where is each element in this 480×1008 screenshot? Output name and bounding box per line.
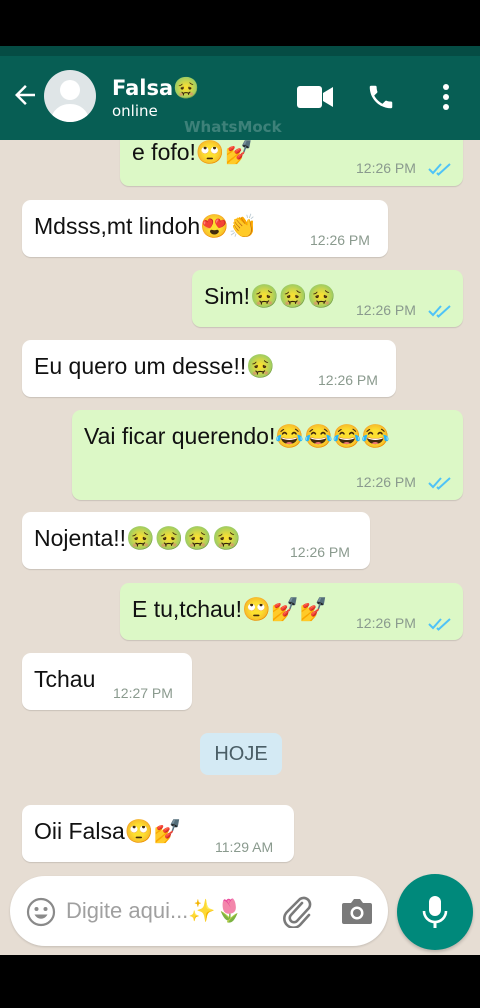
message-bubble-outgoing[interactable]: E tu,tchau!🙄💅💅 12:26 PM <box>120 583 463 640</box>
message-input[interactable]: Digite aqui...✨🌷 <box>66 898 243 924</box>
more-vert-icon[interactable] <box>436 82 456 112</box>
avatar-placeholder-icon <box>50 80 90 122</box>
message-time: 12:26 PM <box>356 302 416 318</box>
message-time: 12:27 PM <box>113 685 173 701</box>
navigation-bar <box>0 955 480 1008</box>
message-time: 12:26 PM <box>318 372 378 388</box>
message-text: Oii Falsa🙄💅 <box>34 818 183 844</box>
attach-icon[interactable] <box>280 894 314 928</box>
back-arrow-icon[interactable] <box>10 80 40 110</box>
message-text: Nojenta!!🤢🤢🤢🤢 <box>34 525 241 551</box>
message-bubble-incoming[interactable]: Tchau 12:27 PM <box>22 653 192 710</box>
message-text: E tu,tchau!🙄💅💅 <box>132 596 328 622</box>
header-stripe <box>0 46 480 56</box>
read-ticks-icon <box>428 305 451 318</box>
watermark: WhatsMock <box>184 118 282 136</box>
read-ticks-icon <box>428 477 451 490</box>
emoji-icon[interactable] <box>26 897 56 927</box>
message-bubble-incoming[interactable]: Mdsss,mt lindoh😍👏 12:26 PM <box>22 200 388 257</box>
mic-icon <box>422 896 448 928</box>
phone-icon[interactable] <box>366 82 396 112</box>
message-time: 11:29 AM <box>215 839 274 855</box>
message-bubble-incoming[interactable]: Oii Falsa🙄💅 11:29 AM <box>22 805 294 862</box>
message-text: Vai ficar querendo!😂😂😂😂 <box>84 423 390 449</box>
mic-button[interactable] <box>397 874 473 950</box>
camera-icon[interactable] <box>340 896 374 926</box>
message-text: Eu quero um desse!!🤢 <box>34 353 275 379</box>
message-text: Sim!🤢🤢🤢 <box>204 283 336 309</box>
message-bubble-incoming[interactable]: Nojenta!!🤢🤢🤢🤢 12:26 PM <box>22 512 370 569</box>
message-bubble-outgoing[interactable]: Sim!🤢🤢🤢 12:26 PM <box>192 270 463 327</box>
chat-header: Falsa🤢 online WhatsMock <box>0 46 480 140</box>
message-bubble-outgoing[interactable]: e fofo!🙄💅 12:26 PM <box>120 140 463 186</box>
message-time: 12:26 PM <box>290 544 350 560</box>
message-time: 12:26 PM <box>356 160 416 176</box>
message-time: 12:26 PM <box>356 615 416 631</box>
message-text: Mdsss,mt lindoh😍👏 <box>34 213 258 239</box>
read-ticks-icon <box>428 163 451 176</box>
chat-area[interactable]: e fofo!🙄💅 12:26 PM Mdsss,mt lindoh😍👏 12:… <box>0 140 480 955</box>
message-bubble-incoming[interactable]: Eu quero um desse!!🤢 12:26 PM <box>22 340 396 397</box>
message-composer[interactable]: Digite aqui...✨🌷 <box>10 876 388 946</box>
message-text: Tchau <box>34 666 96 692</box>
date-divider: HOJE <box>200 733 282 775</box>
status-bar <box>0 0 480 46</box>
contact-status: online <box>112 102 158 120</box>
message-time: 12:26 PM <box>356 474 416 490</box>
message-text: e fofo!🙄💅 <box>132 140 254 165</box>
date-divider-label: HOJE <box>214 743 268 765</box>
message-time: 12:26 PM <box>310 232 370 248</box>
contact-name[interactable]: Falsa🤢 <box>112 76 199 101</box>
video-call-icon[interactable] <box>296 84 334 110</box>
message-bubble-outgoing[interactable]: Vai ficar querendo!😂😂😂😂 12:26 PM <box>72 410 463 500</box>
read-ticks-icon <box>428 618 451 631</box>
avatar[interactable] <box>44 70 96 122</box>
